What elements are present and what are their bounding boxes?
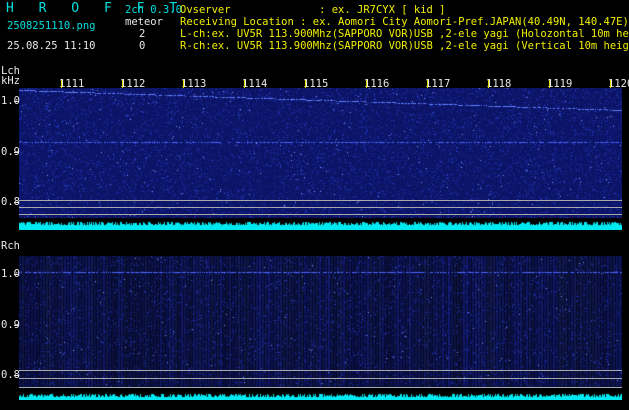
location-info: Receiving Location : ex. Aomori City Aom… (180, 16, 629, 28)
datetime-label: 25.08.25 11:10 (7, 40, 96, 52)
meteor-label: meteor (125, 16, 163, 28)
lch-ytick-mark-1 (14, 101, 19, 102)
lch-ytick-mark-3 (14, 202, 19, 203)
lch-ref-line-3 (19, 214, 622, 215)
rch-ytick-mark-1 (14, 274, 19, 275)
lch-unit-label: kHz (1, 75, 20, 87)
lch-ref-line-2 (19, 207, 622, 208)
rch-ref-line-3 (19, 387, 622, 388)
lch-ref-line-1 (19, 200, 622, 201)
observer-info: Ovserver : ex. JR7CYX [ kid ] (180, 4, 446, 16)
lch-ytick-mark-2 (14, 152, 19, 153)
lch-meteor-count: 2 (139, 28, 146, 40)
rch-ref-line-2 (19, 378, 622, 379)
lch-receiver-info: L-ch:ex. UV5R 113.900Mhz(SAPPORO VOR)USB… (180, 28, 629, 40)
rch-ytick-mark-3 (14, 375, 19, 376)
version-label: 2ch 0.3.0 (125, 4, 182, 16)
lch-spectrogram (19, 88, 622, 230)
rch-meteor-count: 0 (139, 40, 146, 52)
rch-ref-line-1 (19, 370, 622, 371)
rch-ytick-mark-2 (14, 325, 19, 326)
rch-channel-label: Rch (1, 240, 20, 252)
lch-spectrogram-canvas (19, 88, 622, 230)
filename-label: 2508251110.png (7, 20, 96, 32)
rch-receiver-info: R-ch:ex. UV5R 113.900Mhz(SAPPORO VOR)USB… (180, 40, 629, 52)
